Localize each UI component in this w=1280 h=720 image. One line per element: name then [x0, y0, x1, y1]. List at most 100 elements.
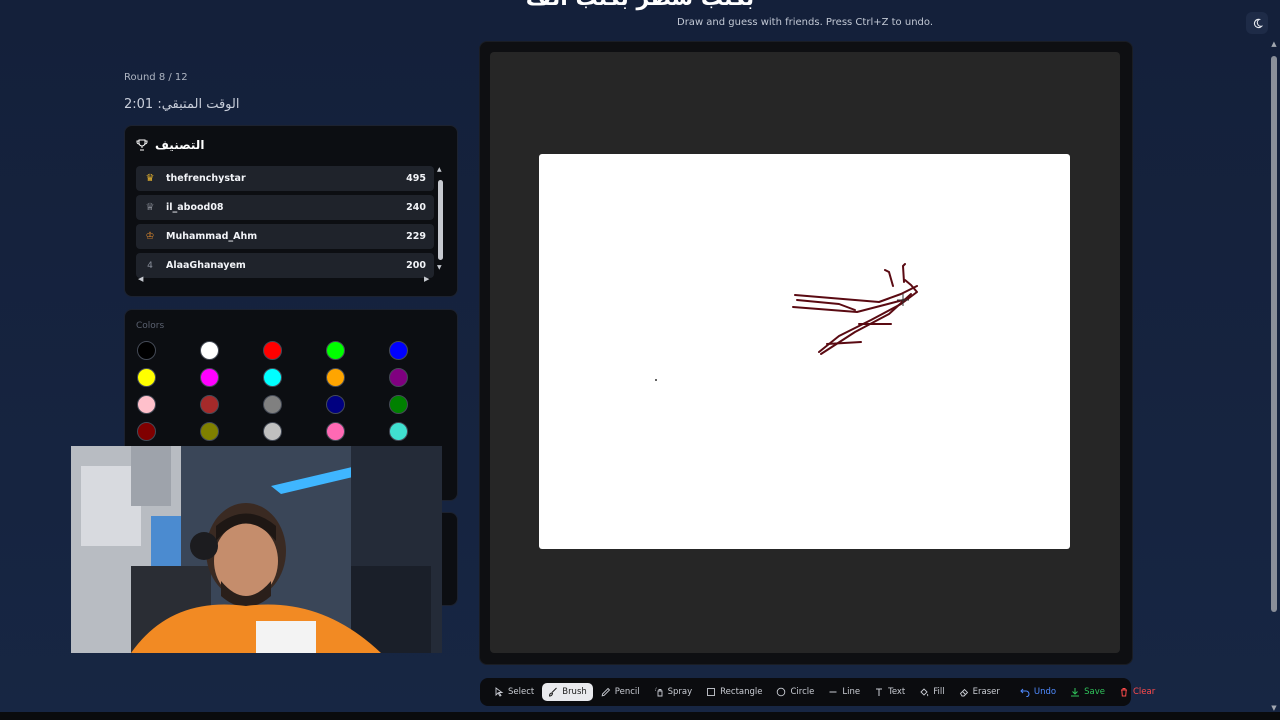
color-swatch[interactable]	[200, 395, 219, 414]
drawing-stage	[479, 41, 1133, 665]
leaderboard-rank: 4	[147, 260, 153, 271]
tool-label: Circle	[790, 687, 815, 697]
tool-label: Select	[508, 687, 535, 697]
leaderboard-title: التصنيف	[155, 138, 205, 152]
player-score: 200	[406, 260, 426, 271]
color-swatch[interactable]	[326, 341, 345, 360]
theme-toggle-button[interactable]	[1246, 12, 1268, 34]
trophy-icon	[136, 139, 148, 151]
tool-label: Spray	[667, 687, 693, 697]
download-icon	[1071, 688, 1080, 697]
tool-rectangle-button[interactable]: Rectangle	[700, 683, 768, 701]
webcam-overlay	[71, 446, 442, 653]
clear-label: Clear	[1132, 687, 1156, 697]
medal-icon: ♔	[145, 231, 155, 242]
leaderboard-row: ♔ Muhammad_Ahm 229	[136, 224, 434, 249]
color-swatch[interactable]	[137, 368, 156, 387]
undo-icon	[1020, 688, 1030, 697]
color-swatch[interactable]	[200, 341, 219, 360]
color-swatch[interactable]	[200, 422, 219, 441]
spray-icon	[654, 687, 663, 697]
time-remaining: الوقت المتبقي: 2:01	[124, 97, 240, 112]
scroll-left-arrow-icon[interactable]: ◀	[138, 275, 143, 283]
leaderboard-scrollbar-thumb[interactable]	[438, 180, 443, 260]
page-title: بكتب سطر بكتب الف	[0, 0, 1280, 11]
circle-icon	[777, 687, 786, 697]
save-button[interactable]: Save	[1064, 683, 1111, 701]
drawing-strokes	[655, 263, 918, 381]
drawing-canvas[interactable]	[539, 154, 1070, 549]
player-name: AlaaGhanayem	[166, 260, 246, 271]
brush-strokes	[792, 263, 918, 355]
color-swatch[interactable]	[263, 422, 282, 441]
webcam-video	[71, 446, 442, 653]
rectangle-icon	[707, 688, 716, 696]
trophy-icon: ♕	[145, 202, 155, 213]
color-swatch[interactable]	[389, 395, 408, 414]
color-swatch[interactable]	[326, 395, 345, 414]
eraser-icon	[959, 688, 968, 697]
drawing-tools: Select Brush Pencil Spray Rectangle Circle Lin…	[488, 683, 1006, 701]
tool-eraser-button[interactable]: Eraser	[953, 683, 1006, 701]
leaderboard-vertical-scrollbar[interactable]: ▲ ▼	[437, 166, 445, 276]
scroll-up-arrow-icon[interactable]: ▲	[437, 166, 442, 173]
color-swatch[interactable]	[263, 395, 282, 414]
leaderboard-horizontal-scrollbar[interactable]: ◀ ▶	[136, 275, 434, 285]
tool-select-button[interactable]: Select	[488, 683, 540, 701]
color-swatch[interactable]	[200, 368, 219, 387]
tool-circle-button[interactable]: Circle	[770, 683, 820, 701]
color-swatch[interactable]	[389, 341, 408, 360]
clear-button[interactable]: Clear	[1113, 683, 1161, 701]
scroll-down-arrow-icon[interactable]: ▼	[1270, 704, 1278, 712]
scroll-right-arrow-icon[interactable]: ▶	[424, 275, 429, 283]
player-score: 240	[406, 202, 426, 213]
undo-label: Undo	[1033, 687, 1057, 697]
leaderboard-panel: التصنيف ♛ thefrenchystar 495 ♕ il_abood08 240…	[124, 125, 458, 297]
player-name: thefrenchystar	[166, 173, 246, 184]
tool-label: Text	[888, 687, 906, 697]
crown-icon: ♛	[145, 173, 155, 184]
bottom-bar	[0, 712, 1280, 720]
page-scrollbar-thumb[interactable]	[1271, 56, 1277, 612]
leaderboard-header: التصنيف	[136, 138, 204, 152]
brush-icon	[549, 687, 558, 697]
player-score: 229	[406, 231, 426, 242]
tool-pencil-button[interactable]: Pencil	[595, 683, 646, 701]
tool-label: Fill	[933, 687, 945, 697]
undo-button[interactable]: Undo	[1014, 683, 1062, 701]
player-score: 495	[406, 173, 426, 184]
tool-label: Eraser	[972, 687, 1000, 697]
page-scrollbar[interactable]: ▲ ▼	[1270, 40, 1278, 712]
tool-line-button[interactable]: Line	[822, 683, 866, 701]
color-swatch[interactable]	[263, 368, 282, 387]
trash-icon	[1120, 688, 1127, 697]
leaderboard-row: ♛ thefrenchystar 495	[136, 166, 434, 191]
color-swatch[interactable]	[263, 341, 282, 360]
line-icon	[829, 691, 837, 693]
tool-label: Brush	[562, 687, 587, 697]
color-swatch[interactable]	[389, 422, 408, 441]
color-swatch[interactable]	[389, 368, 408, 387]
moon-icon	[1253, 18, 1263, 28]
leaderboard-list[interactable]: ♛ thefrenchystar 495 ♕ il_abood08 240 ♔ Muhamma…	[136, 166, 434, 282]
color-swatch[interactable]	[326, 422, 345, 441]
player-name: il_abood08	[166, 202, 224, 213]
tool-brush-button[interactable]: Brush	[542, 683, 593, 701]
color-swatch[interactable]	[326, 368, 345, 387]
player-name: Muhammad_Ahm	[166, 231, 258, 242]
brush-dot	[655, 379, 657, 381]
color-swatch[interactable]	[137, 341, 156, 360]
scroll-up-arrow-icon[interactable]: ▲	[1270, 40, 1278, 48]
cursor-icon	[495, 687, 504, 697]
leaderboard-row: ♕ il_abood08 240	[136, 195, 434, 220]
tool-bar: Select Brush Pencil Spray Rectangle Circle Lin…	[480, 678, 1155, 706]
tool-fill-button[interactable]: Fill	[913, 683, 950, 701]
tool-label: Rectangle	[720, 687, 763, 697]
color-swatch[interactable]	[137, 395, 156, 414]
tool-spray-button[interactable]: Spray	[648, 683, 699, 701]
scroll-down-arrow-icon[interactable]: ▼	[437, 264, 442, 271]
fill-icon	[920, 688, 929, 697]
text-icon	[876, 688, 883, 696]
color-swatch[interactable]	[137, 422, 156, 441]
tool-text-button[interactable]: Text	[868, 683, 911, 701]
